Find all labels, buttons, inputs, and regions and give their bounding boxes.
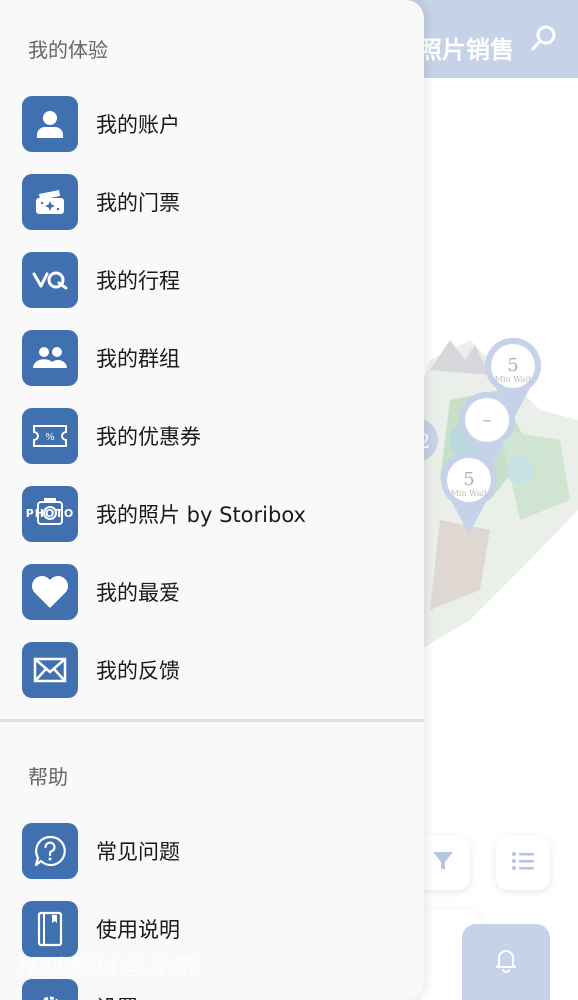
menu-item-label: 我的群组 bbox=[96, 347, 180, 371]
tickets-icon bbox=[22, 174, 78, 230]
side-drawer: 我的体验 我的账户 我的门票 我的行程 我的群组 % 我的优惠券 PHOTO 我… bbox=[0, 0, 424, 1000]
section-title-experience: 我的体验 bbox=[28, 38, 108, 62]
menu-item-label: 我的优惠券 bbox=[96, 425, 201, 449]
faq-icon bbox=[22, 823, 78, 879]
menu-item-label: 常见问题 bbox=[96, 840, 180, 864]
photo-icon: PHOTO bbox=[22, 486, 78, 542]
svg-text:%: % bbox=[45, 432, 55, 443]
section-title-help: 帮助 bbox=[28, 765, 68, 789]
guide-icon bbox=[22, 901, 78, 957]
menu-item-tickets[interactable]: 我的门票 bbox=[22, 174, 412, 230]
menu-item-label: 我的最爱 bbox=[96, 581, 180, 605]
menu-item-account[interactable]: 我的账户 bbox=[22, 96, 412, 152]
menu-item-favorites[interactable]: 我的最爱 bbox=[22, 564, 412, 620]
menu-item-settings[interactable]: 设置 bbox=[22, 979, 412, 1000]
menu-item-label: 使用说明 bbox=[96, 918, 180, 942]
watermark-text: 环球影城全攻略 bbox=[16, 956, 199, 981]
menu-item-label: 我的门票 bbox=[96, 191, 180, 215]
section-divider bbox=[0, 719, 424, 722]
menu-item-label: 我的反馈 bbox=[96, 659, 180, 683]
heart-icon bbox=[22, 564, 78, 620]
menu-item-photos[interactable]: PHOTO 我的照片 by Storibox bbox=[22, 486, 412, 542]
mail-icon bbox=[22, 642, 78, 698]
svg-text:PHOTO: PHOTO bbox=[26, 507, 74, 520]
menu-item-group[interactable]: 我的群组 bbox=[22, 330, 412, 386]
menu-item-guide[interactable]: 使用说明 bbox=[22, 901, 412, 957]
person-icon bbox=[22, 96, 78, 152]
menu-item-label: 我的照片 by Storibox bbox=[96, 503, 306, 527]
group-icon bbox=[22, 330, 78, 386]
menu-item-label: 我的行程 bbox=[96, 269, 180, 293]
menu-item-faq[interactable]: 常见问题 bbox=[22, 823, 412, 879]
itinerary-icon bbox=[22, 252, 78, 308]
coupon-icon: % bbox=[22, 408, 78, 464]
menu-item-coupon[interactable]: % 我的优惠券 bbox=[22, 408, 412, 464]
menu-item-label: 我的账户 bbox=[96, 113, 180, 137]
menu-item-feedback[interactable]: 我的反馈 bbox=[22, 642, 412, 698]
menu-item-itinerary[interactable]: 我的行程 bbox=[22, 252, 412, 308]
menu-item-label: 设置 bbox=[96, 992, 138, 1000]
settings-icon bbox=[22, 979, 78, 1000]
